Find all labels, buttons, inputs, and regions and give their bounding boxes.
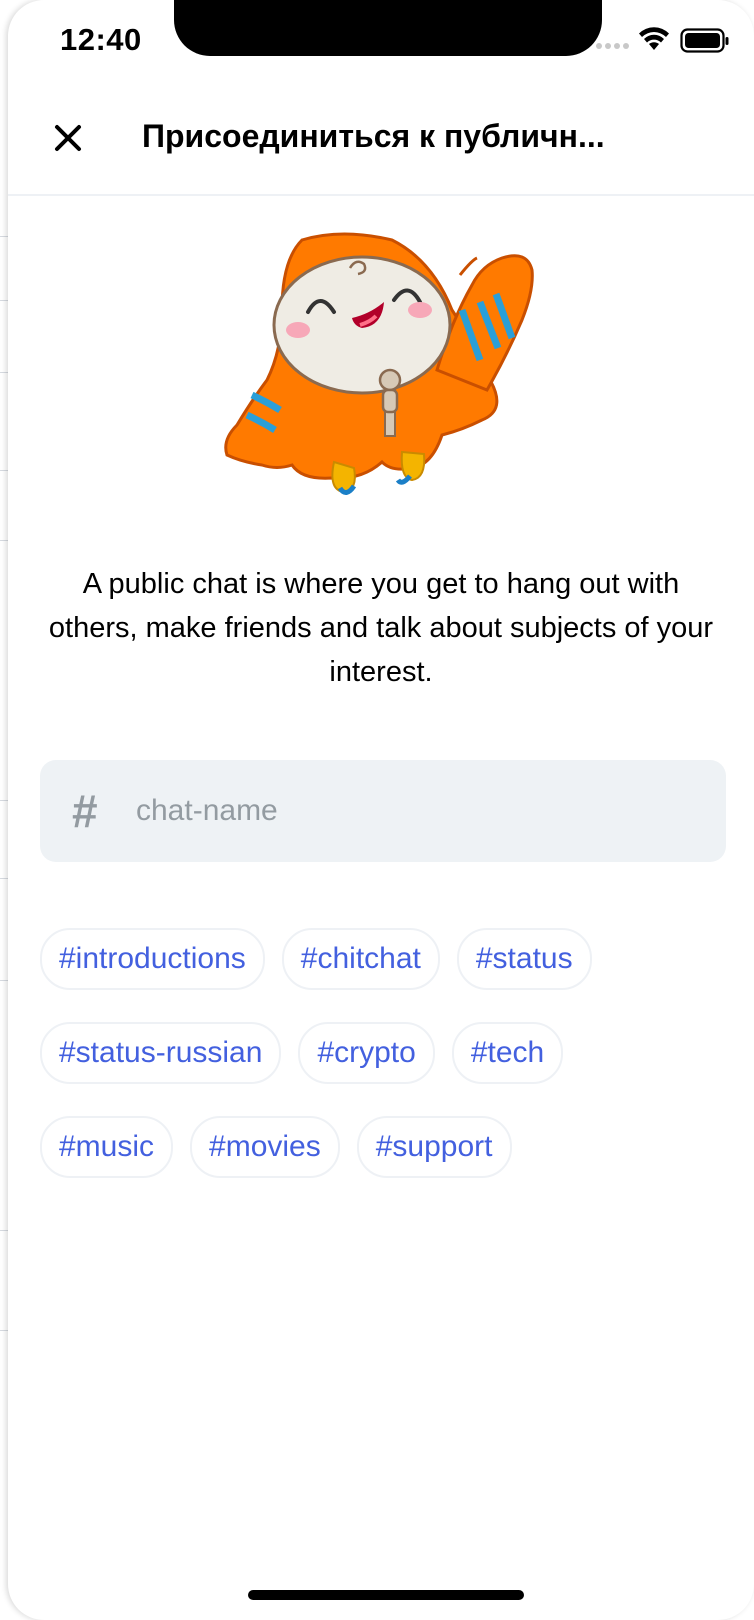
chip-row: #status-russian #crypto #tech <box>40 1022 740 1084</box>
wifi-icon <box>638 26 670 57</box>
chip-row: #music #movies #support <box>40 1116 740 1178</box>
chip-status[interactable]: #status <box>456 928 592 990</box>
description-text: A public chat is where you get to hang o… <box>48 568 714 688</box>
close-icon <box>55 125 81 151</box>
hash-icon: # <box>72 785 98 837</box>
chat-name-field[interactable]: # <box>40 760 726 862</box>
chip-crypto[interactable]: #crypto <box>298 1022 435 1084</box>
chip-tech[interactable]: #tech <box>451 1022 564 1084</box>
suggested-chats: #introductions #chitchat #status #status… <box>40 928 740 1210</box>
page-title: Присоединиться к публичн... <box>142 118 605 154</box>
chip-status-russian[interactable]: #status-russian <box>40 1022 282 1084</box>
notch <box>174 0 602 56</box>
chat-name-input[interactable] <box>134 793 698 829</box>
close-button[interactable] <box>42 112 94 164</box>
screen: 12:40 Присоединиться к публичн... A publ… <box>0 0 754 1620</box>
chip-row: #introductions #chitchat #status <box>40 928 740 990</box>
signal-icon <box>596 43 629 49</box>
chip-music[interactable]: #music <box>40 1116 174 1178</box>
chip-chitchat[interactable]: #chitchat <box>281 928 440 990</box>
chip-support[interactable]: #support <box>356 1116 512 1178</box>
home-indicator[interactable] <box>248 1590 524 1600</box>
chip-introductions[interactable]: #introductions <box>40 928 265 990</box>
header: Присоединиться к публичн... <box>8 90 754 196</box>
status-time: 12:40 <box>60 22 142 57</box>
mascot-illustration <box>224 232 534 495</box>
status-bar: 12:40 <box>8 0 754 84</box>
chip-movies[interactable]: #movies <box>190 1116 340 1178</box>
join-public-chat-sheet: 12:40 Присоединиться к публичн... A publ… <box>8 0 754 1620</box>
battery-icon <box>680 28 730 59</box>
